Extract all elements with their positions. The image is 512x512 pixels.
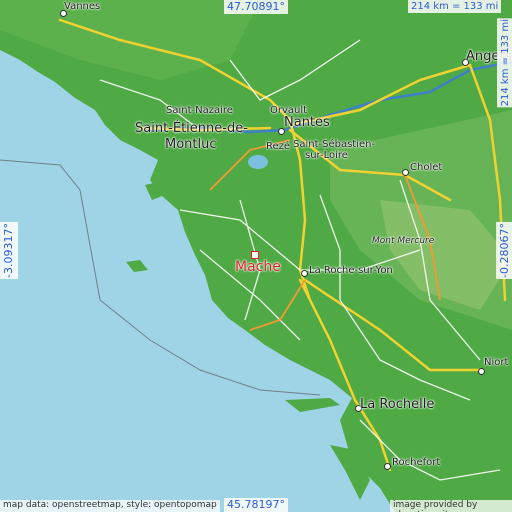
place-label-saint-sebastien-1: Saint-Sébastien- — [293, 139, 376, 150]
place-label-reze: Rezé — [266, 141, 291, 152]
place-label-saint-nazaire: Saint-Nazaire — [166, 105, 233, 116]
map-view[interactable]: Mache Vannes Angers Saint-Nazaire Orvaul… — [0, 0, 512, 512]
place-label-mont-mercure: Mont Mercure — [372, 236, 435, 246]
city-marker-niort — [478, 368, 485, 375]
coord-top: 47.70891° — [224, 0, 288, 15]
city-marker-cholet — [402, 169, 409, 176]
place-label-rochefort: Rochefort — [392, 457, 441, 468]
city-marker-la-roche — [301, 270, 308, 277]
lac-de-grand-lieu — [248, 155, 268, 169]
highlight-marker — [251, 251, 259, 259]
place-label-la-roche: La Roche-sur-Yon — [309, 265, 393, 276]
place-label-saint-etienne-2: Montluc — [165, 137, 217, 152]
highlight-place-label: Mache — [235, 259, 281, 275]
place-label-nantes: Nantes — [284, 115, 330, 130]
coord-right: -0.28067° — [496, 222, 512, 279]
coord-left: -3.09317° — [0, 222, 19, 279]
scale-top: 214 km = 133 mi — [408, 0, 502, 13]
place-label-niort: Niort — [484, 357, 509, 368]
place-label-saint-etienne-1: Saint-Étienne-de- — [135, 121, 248, 136]
place-label-vannes: Vannes — [64, 1, 101, 12]
place-label-la-rochelle: La Rochelle — [360, 397, 435, 412]
scale-right: 214 km = 133 mi — [497, 18, 512, 108]
attribution-left: map data: openstreetmap, style: opentopo… — [0, 500, 220, 512]
place-label-cholet: Cholet — [410, 162, 443, 173]
coord-bottom: 45.78197° — [224, 498, 288, 512]
attribution-right: image provided by elevation.city — [390, 500, 512, 512]
city-marker-rochefort — [384, 463, 391, 470]
place-label-saint-sebastien-2: sur-Loire — [305, 150, 348, 161]
